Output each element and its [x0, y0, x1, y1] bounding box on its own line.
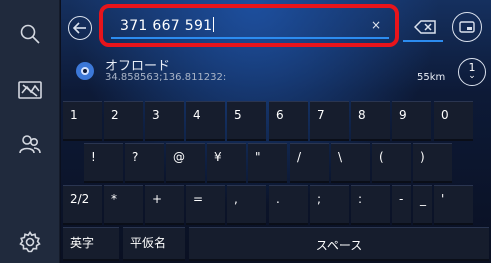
key-symbol-3[interactable]: ¥: [207, 143, 246, 183]
key-8-label: 9: [399, 108, 407, 122]
key-row3-7-label: :: [358, 192, 363, 206]
key-symbol-1[interactable]: ?: [125, 143, 164, 183]
alphanumeric-mode-key[interactable]: 英字: [63, 227, 119, 261]
key-symbol-0-label: !: [91, 150, 96, 164]
key-row3-2[interactable]: +: [145, 185, 184, 225]
key-row3-4[interactable]: ,: [227, 185, 266, 225]
search-input[interactable]: 371 667 591 ×: [111, 13, 389, 39]
map-button[interactable]: [0, 68, 60, 112]
key-symbol-8[interactable]: ): [413, 143, 452, 183]
hiragana-mode-key[interactable]: 平仮名: [123, 227, 185, 261]
key-symbol-4-label: ": [255, 150, 261, 164]
key-row3-4-label: ,: [234, 192, 238, 206]
alphanumeric-mode-key-label: 英字: [70, 236, 95, 250]
key-row3-3-label: =: [193, 192, 204, 206]
key-row3-5[interactable]: .: [269, 185, 308, 225]
search-highlight: 371 667 591 ×: [99, 4, 399, 47]
key-5[interactable]: 6: [269, 101, 308, 141]
back-button[interactable]: [68, 16, 92, 40]
key-symbol-2-label: @: [173, 150, 185, 164]
key-row3-6-label: ;: [317, 192, 322, 206]
key-8[interactable]: 9: [392, 101, 431, 141]
key-9[interactable]: 0: [434, 101, 473, 141]
key-symbol-2[interactable]: @: [166, 143, 205, 183]
sidebar: [0, 0, 60, 263]
key-4[interactable]: 5: [227, 101, 266, 141]
key-row3-9-label: _: [420, 192, 426, 206]
key-symbol-3-label: ¥: [214, 150, 222, 164]
key-row3-10[interactable]: ': [434, 185, 473, 225]
key-5-label: 6: [276, 108, 284, 122]
location-pin-icon: [76, 62, 94, 80]
key-symbol-7[interactable]: (: [372, 143, 411, 183]
key-row3-0-label: 2/2: [70, 192, 90, 206]
suggestion-coordinates: 34.858563;136.811232:: [105, 72, 227, 83]
key-1[interactable]: 2: [104, 101, 143, 141]
key-symbol-0[interactable]: !: [84, 143, 123, 183]
contacts-icon: [19, 135, 41, 154]
text-caret: [213, 17, 215, 32]
key-symbol-5[interactable]: /: [290, 143, 329, 183]
key-0-label: 1: [70, 108, 78, 122]
search-icon: [20, 24, 40, 44]
suggestion-item[interactable]: オフロード 34.858563;136.811232: 55km 1 ⌄: [61, 52, 491, 92]
key-7-label: 8: [358, 108, 366, 122]
key-row3-10-label: ': [441, 192, 445, 206]
key-row3-7[interactable]: :: [351, 185, 390, 225]
settings-icon: [19, 231, 41, 253]
contacts-button[interactable]: [0, 122, 60, 166]
keyboard-hide-icon: [459, 21, 475, 33]
chevron-down-icon: ⌄: [468, 71, 476, 81]
key-9-label: 0: [441, 108, 449, 122]
search-button[interactable]: [0, 14, 60, 54]
back-arrow-icon: [73, 22, 86, 34]
suggestion-distance: 55km: [417, 72, 446, 83]
key-6[interactable]: 7: [310, 101, 349, 141]
key-symbol-4[interactable]: ": [248, 143, 287, 183]
key-6-label: 7: [317, 108, 325, 122]
keyboard-toggle-button[interactable]: [452, 12, 482, 42]
key-symbol-1-label: ?: [132, 150, 139, 164]
key-symbol-8-label: ): [420, 150, 425, 164]
backspace-underline: [403, 40, 443, 42]
key-symbol-6[interactable]: \: [331, 143, 370, 183]
key-2[interactable]: 3: [145, 101, 184, 141]
key-row3-3[interactable]: =: [186, 185, 225, 225]
key-4-label: 5: [234, 108, 242, 122]
expand-results-button[interactable]: 1 ⌄: [458, 58, 486, 86]
backspace-button[interactable]: [412, 15, 438, 39]
space-key[interactable]: スペース: [189, 227, 489, 261]
key-row3-6[interactable]: ;: [310, 185, 349, 225]
key-row3-8-label: -: [399, 192, 404, 206]
search-bar: 371 667 591 ×: [61, 0, 491, 52]
key-symbol-6-label: \: [338, 150, 343, 164]
key-row3-1-label: *: [111, 192, 117, 206]
key-7[interactable]: 8: [351, 101, 390, 141]
key-symbol-5-label: /: [297, 150, 302, 164]
key-0[interactable]: 1: [63, 101, 102, 141]
map-icon: [18, 81, 42, 99]
key-row3-2-label: +: [152, 192, 163, 206]
key-row3-1[interactable]: *: [104, 185, 143, 225]
hiragana-mode-key-label: 平仮名: [130, 236, 167, 250]
key-symbol-7-label: (: [379, 150, 384, 164]
key-2-label: 3: [152, 108, 160, 122]
backspace-icon: [414, 20, 436, 34]
key-row3-9[interactable]: _: [413, 185, 432, 225]
key-row3-8[interactable]: -: [392, 185, 411, 225]
settings-button[interactable]: [0, 222, 60, 262]
clear-input-button[interactable]: ×: [371, 18, 381, 32]
key-3-label: 4: [193, 108, 201, 122]
main-panel: 371 667 591 × オフロード 34.858563;136.811232…: [61, 0, 491, 263]
key-row3-0[interactable]: 2/2: [63, 185, 102, 225]
space-key-label: スペース: [315, 238, 363, 252]
key-3[interactable]: 4: [186, 101, 225, 141]
search-input-value: 371 667 591: [120, 18, 213, 34]
key-row3-5-label: .: [276, 192, 280, 206]
key-1-label: 2: [111, 108, 119, 122]
